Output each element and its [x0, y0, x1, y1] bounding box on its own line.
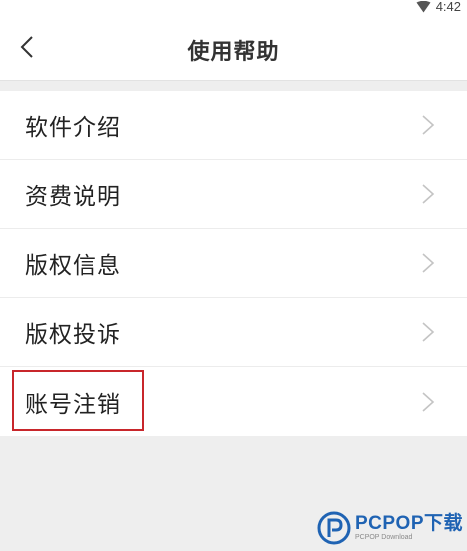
menu-item-copyright-complaint[interactable]: 版权投诉 — [0, 298, 467, 367]
watermark-brand: PCPOP下载 — [354, 513, 463, 534]
chevron-right-icon — [422, 391, 435, 412]
watermark-sub: PCPOP Download — [354, 534, 413, 541]
menu-item-copyright-info[interactable]: 版权信息 — [0, 229, 467, 298]
help-menu-list: 软件介绍 资费说明 版权信息 版权投诉 账号注销 — [0, 91, 467, 436]
pcpop-logo-icon — [317, 511, 351, 545]
menu-item-pricing[interactable]: 资费说明 — [0, 160, 467, 229]
menu-item-account-deletion[interactable]: 账号注销 — [0, 367, 467, 436]
watermark-text: PCPOP下载 PCPOP Download — [355, 514, 463, 542]
status-indicators: 4:42 — [416, 0, 461, 14]
menu-item-label: 版权投诉 — [25, 322, 121, 348]
page-title: 使用帮助 — [187, 39, 280, 65]
menu-item-software-intro[interactable]: 软件介绍 — [0, 91, 467, 160]
app-header: 使用帮助 — [0, 14, 467, 81]
status-time: 4:42 — [435, 0, 461, 14]
watermark: PCPOP下载 PCPOP Download — [317, 511, 463, 545]
chevron-right-icon — [422, 184, 435, 204]
chevron-right-icon — [422, 115, 435, 135]
chevron-right-icon — [422, 322, 435, 342]
status-bar: 4:42 — [0, 0, 467, 14]
menu-item-label: 资费说明 — [25, 184, 121, 210]
menu-item-label: 账号注销 — [25, 391, 121, 418]
menu-item-label: 版权信息 — [25, 253, 121, 279]
menu-item-label: 软件介绍 — [25, 115, 121, 141]
chevron-right-icon — [422, 253, 435, 273]
signal-icon — [416, 1, 431, 13]
